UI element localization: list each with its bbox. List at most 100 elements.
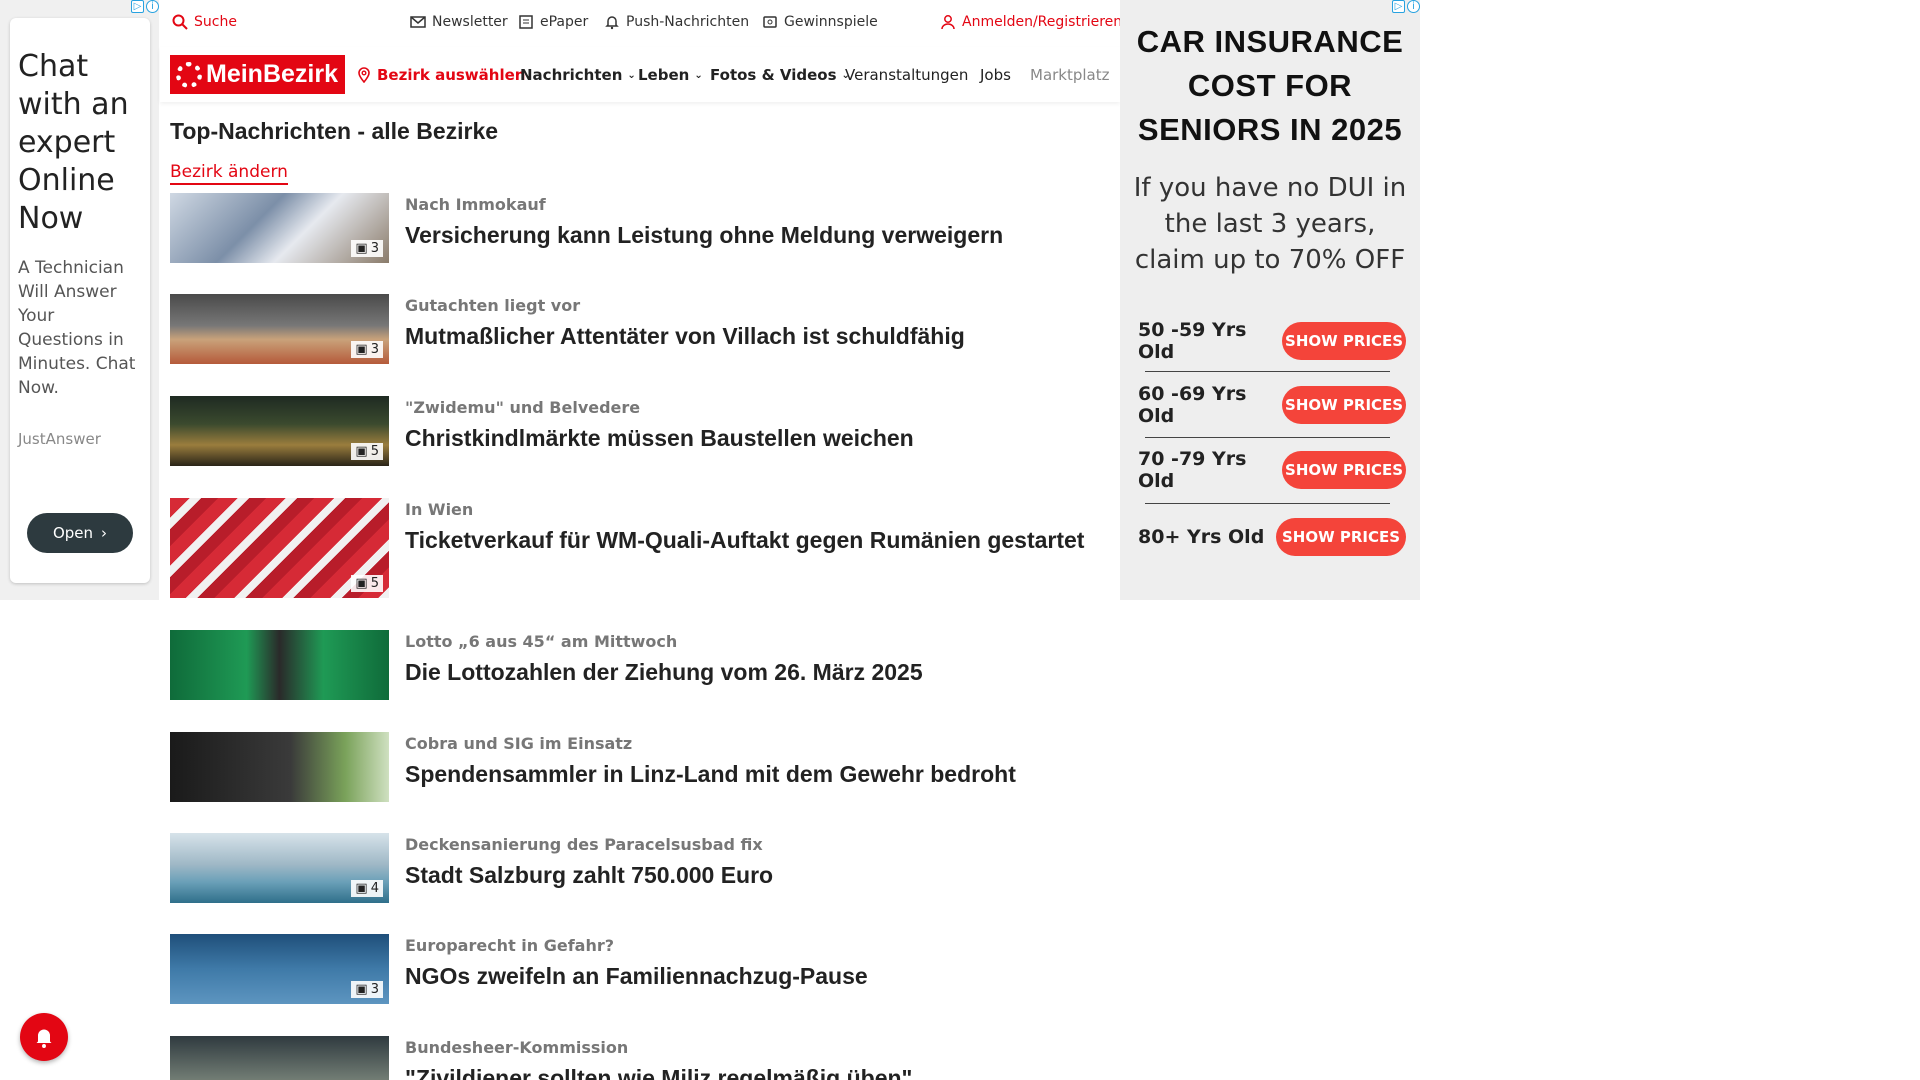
article-item[interactable]: Lotto „6 aus 45“ am Mittwoch Die Lottoza… bbox=[170, 630, 1120, 702]
photo-count: 4 bbox=[370, 881, 379, 896]
article-kicker: Lotto „6 aus 45“ am Mittwoch bbox=[405, 632, 678, 651]
camera-icon: ▣ bbox=[355, 241, 368, 256]
article-kicker: Europarecht in Gefahr? bbox=[405, 936, 615, 955]
select-district-label: Bezirk auswählen bbox=[377, 66, 526, 84]
article-thumbnail[interactable] bbox=[170, 732, 389, 802]
adchoices-icon[interactable]: ▷ i bbox=[127, 0, 159, 15]
camera-icon: ▣ bbox=[355, 881, 368, 896]
newsletter-link[interactable]: Newsletter bbox=[410, 14, 508, 30]
photo-count-badge: ▣ 3 bbox=[351, 341, 383, 358]
article-item[interactable]: ▣ 3 Nach Immokauf Versicherung kann Leist… bbox=[170, 193, 1120, 265]
age-row: 70 -79 Yrs Old SHOW PRICES bbox=[1138, 448, 1406, 492]
age-label: 60 -69 Yrs Old bbox=[1138, 383, 1247, 427]
left-ad-open-button[interactable]: Open › bbox=[27, 513, 133, 553]
show-prices-button[interactable]: SHOW PRICES bbox=[1282, 451, 1406, 489]
nav-item-label: Nachrichten bbox=[520, 66, 623, 84]
left-ad-card[interactable]: Chat with an expert Online Now A Technic… bbox=[10, 18, 150, 583]
nav-item-label: Veranstaltungen bbox=[845, 66, 969, 84]
article-kicker: Cobra und SIG im Einsatz bbox=[405, 734, 633, 753]
article-item[interactable]: ▣ 3 Europarecht in Gefahr? NGOs zweifeln … bbox=[170, 934, 1120, 1006]
adchoices-icon[interactable]: ▷ i bbox=[1392, 0, 1420, 13]
article-title[interactable]: NGOs zweifeln an Familiennachzug-Pause bbox=[405, 961, 1105, 992]
article-item[interactable]: Bundesheer-Kommission "Zivildiener sollt… bbox=[170, 1036, 1120, 1080]
show-prices-button[interactable]: SHOW PRICES bbox=[1276, 518, 1406, 556]
article-item[interactable]: ▣ 5 "Zwidemu" und Belvedere Christkindlmä… bbox=[170, 396, 1120, 468]
select-district-link[interactable]: Bezirk auswählen bbox=[356, 66, 525, 84]
nav-item-veranstaltungen[interactable]: Veranstaltungen bbox=[845, 66, 968, 84]
nav-item-label: Leben bbox=[638, 66, 690, 84]
article-thumbnail[interactable] bbox=[170, 1036, 389, 1080]
article-thumbnail[interactable]: ▣ 5 bbox=[170, 396, 389, 466]
photo-count: 3 bbox=[370, 342, 379, 357]
article-thumbnail[interactable]: ▣ 5 bbox=[170, 498, 389, 598]
chevron-right-icon: › bbox=[101, 524, 108, 542]
article-item[interactable]: ▣ 5 In Wien Ticketverkauf für WM-Quali-Au… bbox=[170, 498, 1120, 598]
bell-icon bbox=[36, 1029, 52, 1048]
top-utility-bar: Suche Newsletter ePaper Push-Nachrichten… bbox=[160, 0, 1122, 47]
article-thumbnail[interactable]: ▣ 3 bbox=[170, 294, 389, 364]
games-label: Gewinnspiele bbox=[784, 14, 878, 30]
divider bbox=[1145, 503, 1390, 504]
camera-icon: ▣ bbox=[355, 576, 368, 591]
nav-item-nachrichten[interactable]: Nachrichten ⌄ bbox=[520, 66, 636, 84]
push-link[interactable]: Push-Nachrichten bbox=[604, 14, 749, 30]
age-label: 70 -79 Yrs Old bbox=[1138, 448, 1247, 492]
left-ad-body: A Technician Will Answer Your Questions … bbox=[18, 258, 136, 398]
photo-count: 5 bbox=[370, 444, 379, 459]
article-title[interactable]: Spendensammler in Linz-Land mit dem Gewe… bbox=[405, 759, 1105, 790]
open-button-label: Open bbox=[52, 524, 94, 542]
article-title[interactable]: Die Lottozahlen der Ziehung vom 26. März… bbox=[405, 657, 1105, 688]
nav-item-jobs[interactable]: Jobs bbox=[980, 66, 1011, 84]
page: ▷ i Chat with an expert Online Now A Tech… bbox=[0, 0, 1920, 1080]
nav-item-fotos-videos[interactable]: Fotos & Videos ⌄ bbox=[710, 66, 850, 84]
map-pin-icon bbox=[358, 67, 370, 83]
article-kicker: Gutachten liegt vor bbox=[405, 296, 581, 315]
nav-item-label: Fotos & Videos bbox=[710, 66, 837, 84]
chevron-down-icon: ⌄ bbox=[694, 69, 703, 81]
left-ad[interactable]: ▷ i Chat with an expert Online Now A Tech… bbox=[0, 0, 159, 600]
search-link[interactable]: Suche bbox=[172, 14, 237, 30]
article-title[interactable]: Ticketverkauf für WM-Quali-Auftakt gegen… bbox=[405, 525, 1105, 556]
user-icon bbox=[941, 15, 955, 30]
article-kicker: Nach Immokauf bbox=[405, 195, 546, 214]
nav-item-marktplatz[interactable]: Marktplatz bbox=[1030, 66, 1110, 84]
article-thumbnail[interactable] bbox=[170, 630, 389, 700]
games-link[interactable]: Gewinnspiele bbox=[762, 14, 878, 30]
search-icon bbox=[172, 14, 188, 30]
right-ad[interactable]: ▷ i CAR INSURANCE COST FOR SENIORS IN 202… bbox=[1120, 0, 1420, 600]
photo-count-badge: ▣ 5 bbox=[351, 575, 383, 592]
photo-count: 3 bbox=[370, 241, 379, 256]
change-district-link[interactable]: Bezirk ändern bbox=[170, 162, 288, 185]
ticket-icon bbox=[763, 16, 777, 28]
show-prices-button[interactable]: SHOW PRICES bbox=[1282, 386, 1406, 424]
site-logo[interactable]: MeinBezirk bbox=[170, 55, 345, 94]
show-prices-button[interactable]: SHOW PRICES bbox=[1282, 322, 1406, 360]
article-title[interactable]: Christkindlmärkte müssen Baustellen weic… bbox=[405, 423, 1105, 454]
search-label: Suche bbox=[194, 14, 237, 30]
chevron-down-icon: ⌄ bbox=[627, 69, 636, 81]
article-kicker: Deckensanierung des Paracelsusbad fix bbox=[405, 835, 763, 854]
logo-mark-icon bbox=[176, 61, 202, 88]
photo-count-badge: ▣ 3 bbox=[351, 981, 383, 998]
article-kicker: "Zwidemu" und Belvedere bbox=[405, 398, 641, 417]
article-title[interactable]: Mutmaßlicher Attentäter von Villach ist … bbox=[405, 321, 1105, 352]
age-row: 80+ Yrs Old SHOW PRICES bbox=[1138, 518, 1406, 556]
article-thumbnail[interactable]: ▣ 3 bbox=[170, 193, 389, 263]
article-title[interactable]: "Zivildiener sollten wie Miliz regelmäßi… bbox=[405, 1063, 1105, 1080]
age-label: 50 -59 Yrs Old bbox=[1138, 319, 1247, 363]
epaper-link[interactable]: ePaper bbox=[518, 14, 588, 30]
divider bbox=[1145, 371, 1390, 372]
logo-text: MeinBezirk bbox=[206, 60, 338, 88]
article-thumbnail[interactable]: ▣ 4 bbox=[170, 833, 389, 903]
article-title[interactable]: Stadt Salzburg zahlt 750.000 Euro bbox=[405, 860, 1105, 891]
age-row: 50 -59 Yrs Old SHOW PRICES bbox=[1138, 319, 1406, 363]
article-item[interactable]: ▣ 4 Deckensanierung des Paracelsusbad fix… bbox=[170, 833, 1120, 905]
article-thumbnail[interactable]: ▣ 3 bbox=[170, 934, 389, 1004]
article-item[interactable]: Cobra und SIG im Einsatz Spendensammler … bbox=[170, 732, 1120, 804]
article-item[interactable]: ▣ 3 Gutachten liegt vor Mutmaßlicher Atte… bbox=[170, 294, 1120, 366]
article-title[interactable]: Versicherung kann Leistung ohne Meldung … bbox=[405, 220, 1105, 251]
newsletter-label: Newsletter bbox=[432, 14, 508, 30]
login-link[interactable]: Anmelden/Registrieren bbox=[940, 14, 1122, 30]
notification-bell-button[interactable] bbox=[20, 1013, 68, 1061]
nav-item-leben[interactable]: Leben ⌄ bbox=[638, 66, 703, 84]
